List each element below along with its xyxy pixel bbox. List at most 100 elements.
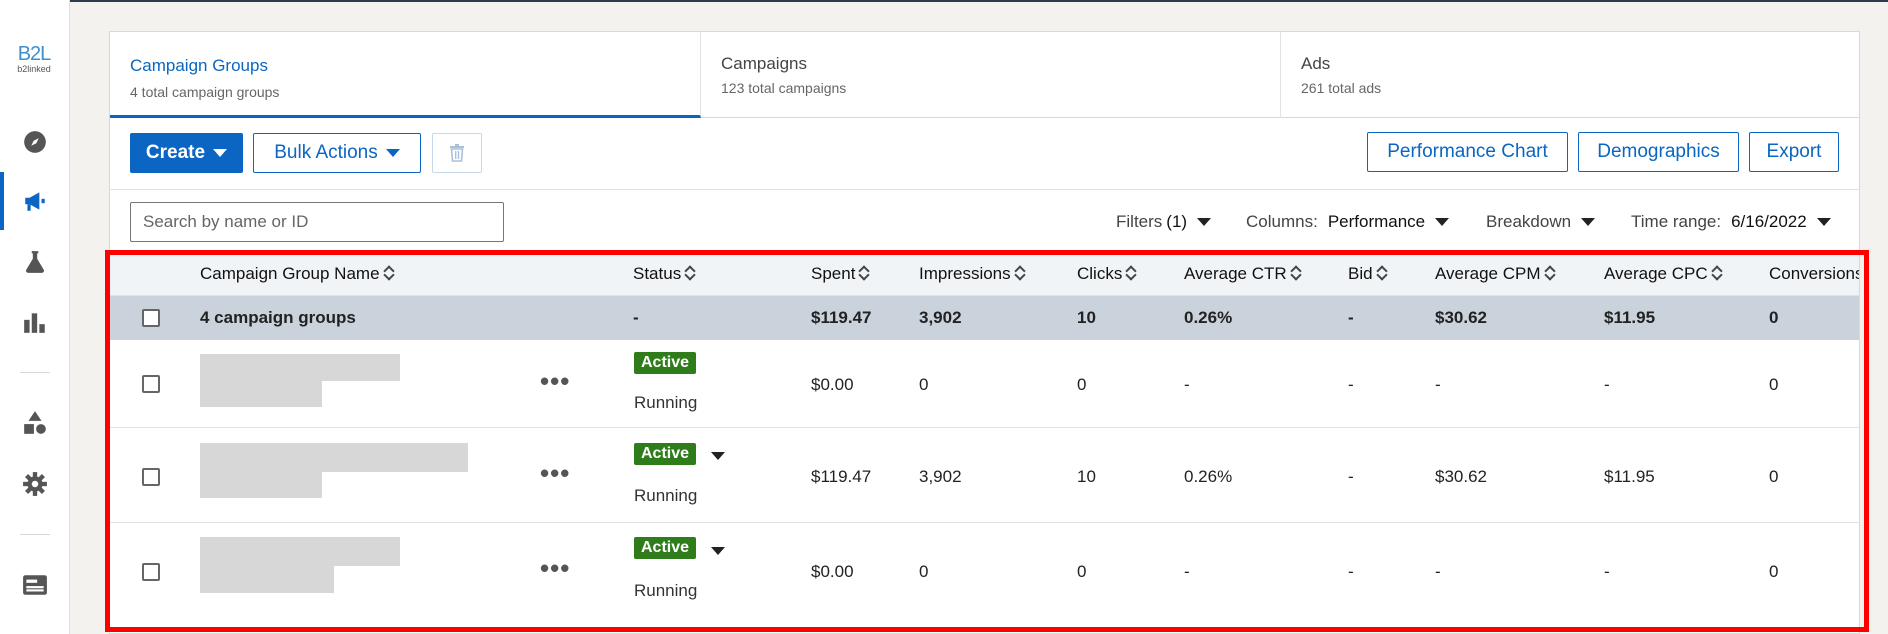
row-cpm: - (1435, 562, 1441, 581)
row-cpm: - (1435, 375, 1441, 394)
filters-label: Filters (1116, 212, 1163, 231)
row-checkbox[interactable] (142, 563, 160, 581)
row-cpc: - (1604, 375, 1610, 394)
flask-icon[interactable] (20, 247, 50, 277)
search-input[interactable] (130, 202, 504, 242)
performance-chart-label: Performance Chart (1387, 141, 1548, 162)
demographics-button[interactable]: Demographics (1578, 132, 1739, 172)
more-actions-icon[interactable]: ••• (540, 368, 570, 394)
summary-name: 4 campaign groups (200, 308, 356, 327)
row-checkbox[interactable] (142, 468, 160, 486)
status-chevron-down-icon[interactable] (711, 452, 725, 460)
summary-clicks: 10 (1077, 308, 1096, 327)
export-button[interactable]: Export (1749, 132, 1839, 172)
column-header-clicks[interactable]: Clicks (1077, 264, 1136, 284)
compass-icon[interactable] (20, 127, 50, 157)
column-header-average-cpc[interactable]: Average CPC (1604, 264, 1722, 284)
status-badge: Active (634, 537, 697, 559)
row-clicks: 10 (1077, 467, 1096, 486)
id-card-icon[interactable] (20, 570, 50, 600)
tab-campaign-groups[interactable]: Campaign Groups 4 total campaign groups (110, 32, 701, 118)
tab-title: Campaign Groups (130, 56, 268, 75)
summary-cpm: $30.62 (1435, 308, 1487, 327)
campaign-manager-panel: Campaign Groups 4 total campaign groups … (109, 31, 1860, 634)
trash-icon (450, 144, 464, 162)
column-header-average-ctr[interactable]: Average CTR (1184, 264, 1301, 284)
column-header-impressions[interactable]: Impressions (919, 264, 1025, 284)
column-header-spent[interactable]: Spent (811, 264, 869, 284)
tab-campaigns[interactable]: Campaigns 123 total campaigns (701, 32, 1281, 118)
row-ctr: - (1184, 562, 1190, 581)
columns-value: Performance (1327, 212, 1426, 231)
shapes-icon[interactable] (20, 408, 50, 438)
performance-chart-button[interactable]: Performance Chart (1367, 132, 1568, 172)
redacted-name-detail (200, 381, 322, 407)
row-cpc: - (1604, 562, 1610, 581)
summary-row: 4 campaign groups - $119.47 3,902 10 0.2… (110, 296, 1859, 340)
redacted-name[interactable] (200, 354, 400, 381)
app-logo[interactable]: B2L b2linked (12, 44, 56, 74)
time-range-dropdown[interactable]: Time range: 6/16/2022 (1631, 212, 1831, 232)
status-badge: Active (634, 352, 697, 374)
chevron-down-icon (1581, 218, 1596, 226)
column-header-status[interactable]: Status (633, 264, 695, 284)
column-header-label: Campaign Group Name (200, 264, 380, 283)
row-conversions: 0 (1769, 467, 1779, 486)
more-actions-icon[interactable]: ••• (540, 555, 570, 581)
redacted-name-detail (200, 566, 334, 593)
row-checkbox[interactable] (142, 375, 160, 393)
status-chevron-down-icon[interactable] (711, 547, 725, 555)
redacted-name-detail (200, 472, 322, 498)
row-conversions: 0 (1769, 562, 1779, 581)
megaphone-icon[interactable] (20, 186, 50, 216)
chevron-down-icon (213, 149, 228, 157)
filter-bar: Filters (1) Columns: Performance Breakdo… (110, 190, 1859, 250)
column-header-label: Average CTR (1184, 264, 1287, 283)
row-spent: $0.00 (811, 375, 854, 394)
column-header-conversions[interactable]: Conversions (1769, 264, 1859, 284)
bulk-actions-button[interactable]: Bulk Actions (253, 133, 421, 173)
select-all-checkbox[interactable] (142, 309, 160, 327)
row-spent: $0.00 (811, 562, 854, 581)
status-detail: Running (634, 486, 698, 505)
summary-bid: - (1348, 308, 1354, 327)
column-header-label: Average CPM (1435, 264, 1541, 283)
redacted-name[interactable] (200, 537, 400, 566)
filters-dropdown[interactable]: Filters (1) (1116, 212, 1212, 232)
sort-icon (859, 265, 869, 281)
columns-dropdown[interactable]: Columns: Performance (1246, 212, 1450, 232)
column-header-label: Bid (1348, 264, 1373, 283)
column-header-bid[interactable]: Bid (1348, 264, 1387, 284)
column-header-label: Spent (811, 264, 856, 283)
delete-button[interactable] (432, 133, 482, 173)
create-button[interactable]: Create (130, 133, 243, 173)
active-nav-indicator (0, 172, 4, 230)
column-header-label: Status (633, 264, 682, 283)
sort-icon (1545, 265, 1555, 281)
status-detail: Running (634, 393, 698, 412)
sort-icon (1291, 265, 1301, 281)
column-header-label: Average CPC (1604, 264, 1708, 283)
table-row: ••• Active Running $0.00 0 0 - - - - 0 (110, 523, 1859, 618)
tab-ads[interactable]: Ads 261 total ads (1281, 32, 1859, 118)
gear-icon[interactable] (20, 469, 50, 499)
redacted-name[interactable] (200, 443, 468, 472)
more-actions-icon[interactable]: ••• (540, 460, 570, 486)
breakdown-dropdown[interactable]: Breakdown (1486, 212, 1596, 232)
row-ctr: - (1184, 375, 1190, 394)
summary-spent: $119.47 (811, 308, 872, 327)
time-range-label: Time range: (1631, 212, 1722, 231)
tab-subtitle: 261 total ads (1301, 80, 1382, 96)
column-header-label: Impressions (919, 264, 1011, 283)
column-header-name[interactable]: Campaign Group Name (200, 264, 394, 284)
bar-chart-icon[interactable] (20, 307, 50, 337)
column-header-label: Clicks (1077, 264, 1123, 283)
row-cpm: $30.62 (1435, 467, 1487, 486)
column-header-average-cpm[interactable]: Average CPM (1435, 264, 1555, 284)
status-badge: Active (634, 443, 697, 465)
row-conversions: 0 (1769, 375, 1779, 394)
columns-label: Columns: (1246, 212, 1318, 231)
sort-icon (1126, 265, 1136, 281)
row-impressions: 0 (919, 375, 929, 394)
sort-icon (384, 265, 394, 281)
